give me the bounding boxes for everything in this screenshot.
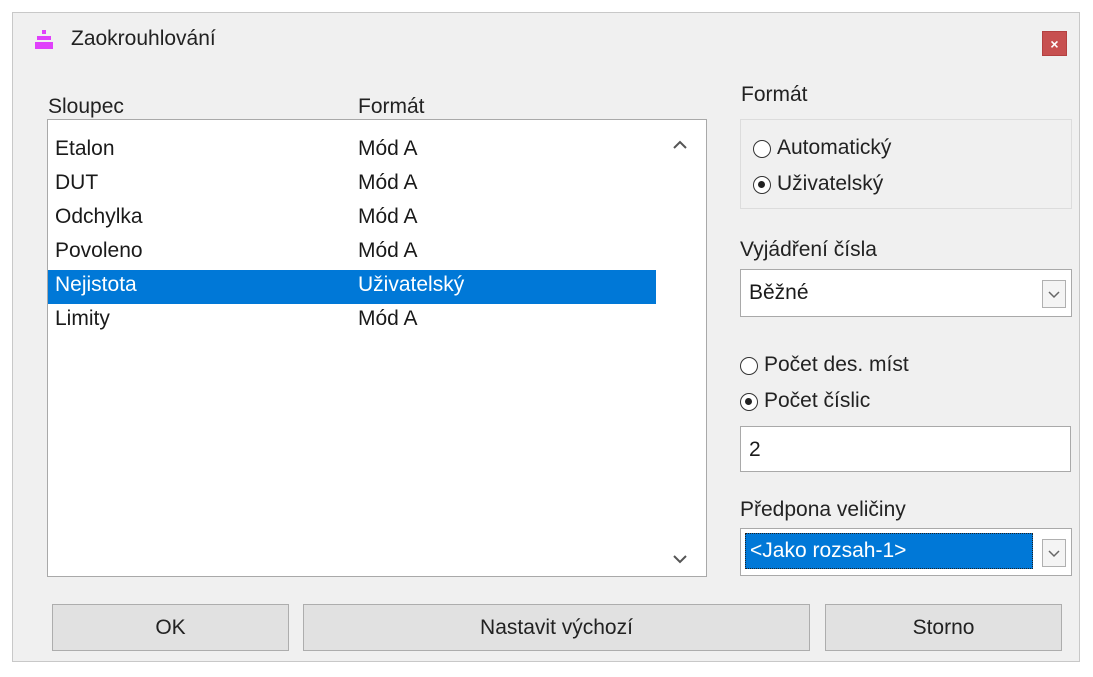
radio-circle	[740, 357, 758, 375]
format-group-label: Formát	[741, 83, 808, 106]
radio-automatic-label: Automatický	[777, 136, 892, 159]
prefix-select-value: <Jako rozsah-1>	[745, 533, 1033, 569]
list-item-format: Mód A	[358, 239, 418, 262]
number-expression-select[interactable]: Běžné	[740, 269, 1072, 317]
chevron-up-icon[interactable]	[670, 134, 690, 154]
list-item[interactable]: DUT Mód A	[48, 168, 656, 202]
ok-button[interactable]: OK	[52, 604, 289, 651]
column-list[interactable]: Etalon Mód A DUT Mód A Odchylka Mód A Po…	[47, 119, 707, 577]
list-item-name: Odchylka	[55, 205, 143, 228]
close-button[interactable]: ×	[1042, 31, 1067, 56]
title-bar[interactable]: Zaokrouhlování ×	[13, 13, 1079, 63]
rounding-dialog: Zaokrouhlování × Sloupec Formát Etalon M…	[12, 12, 1080, 662]
list-item[interactable]: Limity Mód A	[48, 304, 656, 338]
chevron-down-icon[interactable]	[1042, 280, 1066, 308]
number-expression-label: Vyjádření čísla	[740, 238, 877, 261]
list-item-name: Limity	[55, 307, 110, 330]
radio-circle	[740, 393, 758, 411]
radio-user-label: Uživatelský	[777, 172, 884, 195]
list-item-format: Mód A	[358, 307, 418, 330]
list-item-format: Uživatelský	[358, 273, 465, 296]
window-title: Zaokrouhlování	[71, 27, 216, 50]
list-item-name: Nejistota	[55, 273, 137, 296]
digits-input[interactable]: 2	[740, 426, 1071, 472]
column-header-format: Formát	[358, 95, 425, 118]
list-item-selected[interactable]: Nejistota Uživatelský	[48, 270, 656, 304]
radio-circle	[753, 176, 771, 194]
digits-input-value: 2	[749, 438, 761, 461]
radio-digits-label: Počet číslic	[764, 389, 871, 412]
list-item-name: DUT	[55, 171, 99, 194]
radio-circle	[753, 140, 771, 158]
radio-dot	[745, 398, 752, 405]
radio-decimal-places-label: Počet des. míst	[764, 353, 909, 376]
chevron-down-icon[interactable]	[1042, 539, 1066, 567]
number-expression-value: Běžné	[749, 281, 809, 304]
list-item-format: Mód A	[358, 137, 418, 160]
prefix-select[interactable]: <Jako rozsah-1>	[740, 528, 1072, 576]
reset-defaults-button[interactable]: Nastavit výchozí	[303, 604, 810, 651]
chevron-down-icon[interactable]	[670, 548, 690, 568]
cancel-button[interactable]: Storno	[825, 604, 1062, 651]
list-item[interactable]: Etalon Mód A	[48, 134, 656, 168]
list-item-name: Povoleno	[55, 239, 143, 262]
prefix-label: Předpona veličiny	[740, 498, 906, 521]
format-radio-group: Automatický Uživatelský	[740, 119, 1072, 209]
list-item-format: Mód A	[358, 171, 418, 194]
list-item[interactable]: Odchylka Mód A	[48, 202, 656, 236]
app-icon	[35, 30, 53, 49]
list-item[interactable]: Povoleno Mód A	[48, 236, 656, 270]
list-item-format: Mód A	[358, 205, 418, 228]
list-item-name: Etalon	[55, 137, 115, 160]
column-header-column: Sloupec	[48, 95, 124, 118]
radio-dot	[758, 181, 765, 188]
